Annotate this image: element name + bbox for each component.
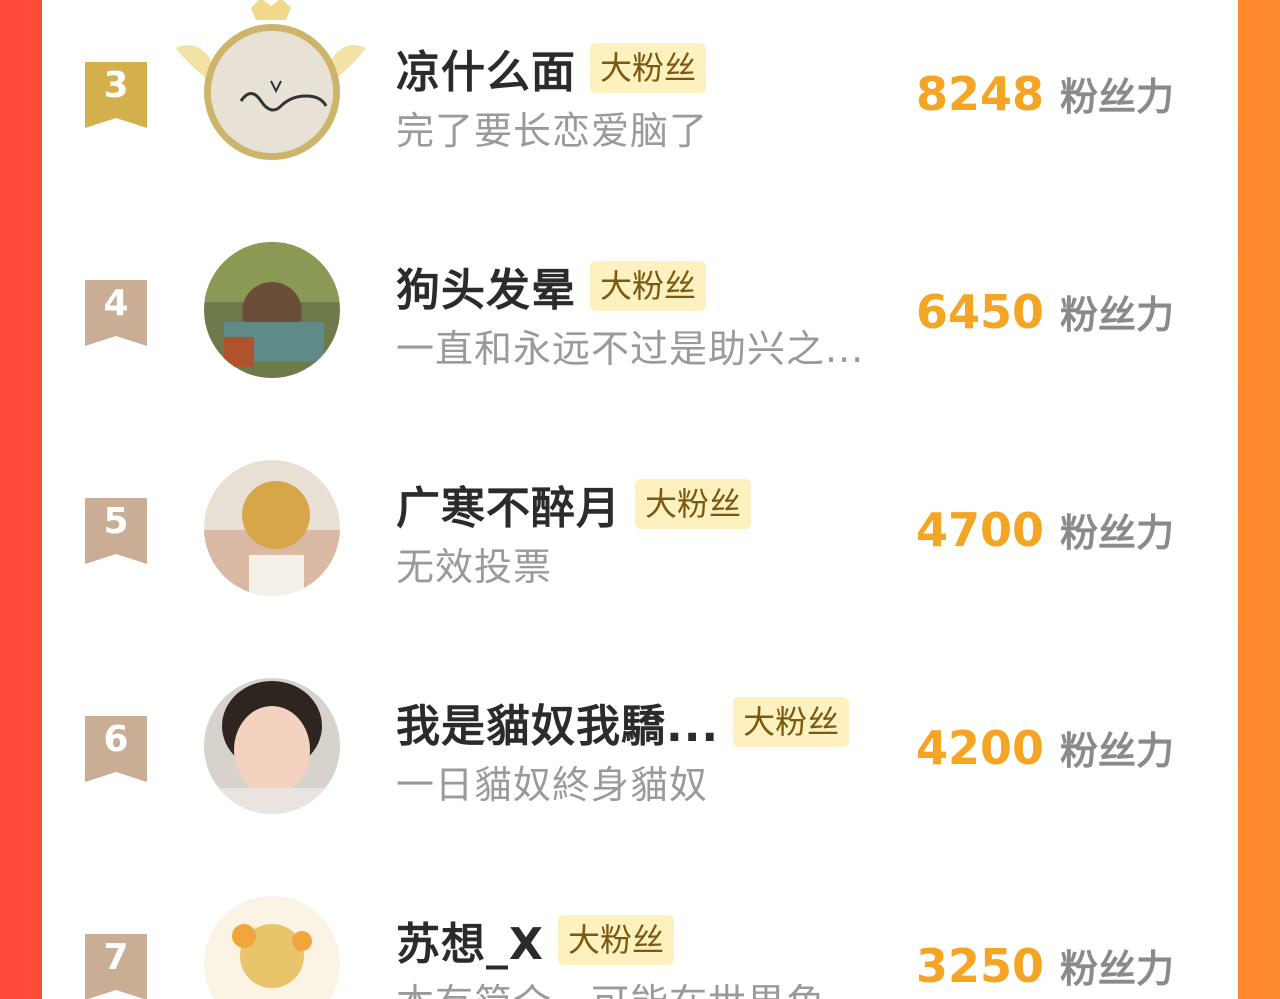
rank-number: 4 xyxy=(103,283,129,324)
name-line: 苏想_X 大粉丝 xyxy=(396,910,674,970)
avatar[interactable] xyxy=(204,242,340,378)
user-bio: 一直和永远不过是助兴之... xyxy=(396,327,865,371)
user-name[interactable]: 狗头发晕 xyxy=(396,254,576,318)
score-value: 6450 xyxy=(916,285,1045,339)
rank-ribbon: 3 xyxy=(85,62,147,128)
anime-character-flowers-avatar-icon xyxy=(204,896,340,999)
name-line: 狗头发晕 大粉丝 xyxy=(396,254,707,318)
rank-ribbon: 7 xyxy=(85,934,147,999)
avatar[interactable] xyxy=(204,678,340,814)
fan-power-score: 8248 粉丝力 xyxy=(916,66,1174,121)
ranking-row[interactable]: 5 广寒不醉月 大粉丝 无效投票 4700 粉丝力 xyxy=(42,436,1238,596)
fan-level-badge: 大粉丝 xyxy=(557,915,674,965)
anime-boy-sleeping-avatar-icon xyxy=(204,242,340,378)
girl-peace-sign-avatar-icon xyxy=(204,678,340,814)
ranking-row[interactable]: 4 狗头发晕 大粉丝 一直和永远不过是助兴之... 6450 粉丝力 xyxy=(42,218,1238,378)
user-bio: 一日貓奴終身貓奴 xyxy=(396,763,709,807)
score-value: 3250 xyxy=(916,939,1045,993)
fan-power-score: 4200 粉丝力 xyxy=(916,720,1174,775)
rank-ribbon: 4 xyxy=(85,280,147,346)
ranking-row[interactable]: 7 苏想_X 大粉丝 本有简介，可能在世界角 3250 粉丝力 xyxy=(42,872,1238,999)
fan-level-badge: 大粉丝 xyxy=(590,43,707,93)
score-value: 8248 xyxy=(916,67,1045,121)
fan-ranking-panel: 3 凉什么面 大粉丝 完了要长恋爱脑了 8248 粉丝力 4 狗头发晕 大粉丝 … xyxy=(42,0,1238,999)
score-unit: 粉丝力 xyxy=(1060,75,1175,119)
user-bio: 本有简介，可能在世界角 xyxy=(396,972,825,999)
score-value: 4700 xyxy=(916,503,1045,557)
score-unit: 粉丝力 xyxy=(1060,729,1175,773)
fan-power-score: 3250 粉丝力 xyxy=(916,938,1174,993)
rank-number: 7 xyxy=(103,937,129,978)
name-line: 凉什么面 大粉丝 xyxy=(396,36,707,100)
user-name[interactable]: 我是貓奴我驕... xyxy=(396,690,719,754)
user-bio: 完了要长恋爱脑了 xyxy=(396,109,709,153)
rank-number: 6 xyxy=(103,719,129,760)
user-name[interactable]: 苏想_X xyxy=(396,908,544,972)
score-unit: 粉丝力 xyxy=(1060,293,1175,337)
avatar[interactable] xyxy=(204,896,340,999)
ranking-row[interactable]: 3 凉什么面 大粉丝 完了要长恋爱脑了 8248 粉丝力 xyxy=(42,0,1238,160)
user-name[interactable]: 凉什么面 xyxy=(396,36,576,100)
fan-level-badge: 大粉丝 xyxy=(733,697,850,747)
avatar[interactable] xyxy=(176,0,366,160)
rank-number: 5 xyxy=(103,501,129,542)
fan-level-badge: 大粉丝 xyxy=(635,479,752,529)
rank-number: 3 xyxy=(103,65,129,106)
score-value: 4200 xyxy=(916,721,1045,775)
avatar[interactable] xyxy=(204,460,340,596)
fan-level-badge: 大粉丝 xyxy=(590,261,707,311)
rank-ribbon: 6 xyxy=(85,716,147,782)
anime-boy-golden-hair-avatar-icon xyxy=(204,460,340,596)
handwriting-avatar-icon xyxy=(204,24,340,160)
score-unit: 粉丝力 xyxy=(1060,511,1175,555)
name-line: 广寒不醉月 大粉丝 xyxy=(396,472,752,536)
fan-power-score: 4700 粉丝力 xyxy=(916,502,1174,557)
rank-ribbon: 5 xyxy=(85,498,147,564)
user-name[interactable]: 广寒不醉月 xyxy=(396,472,621,536)
ranking-row[interactable]: 6 我是貓奴我驕... 大粉丝 一日貓奴終身貓奴 4200 粉丝力 xyxy=(42,654,1238,814)
fan-power-score: 6450 粉丝力 xyxy=(916,284,1174,339)
score-unit: 粉丝力 xyxy=(1060,947,1175,991)
user-bio: 无效投票 xyxy=(396,545,553,589)
name-line: 我是貓奴我驕... 大粉丝 xyxy=(396,690,850,754)
